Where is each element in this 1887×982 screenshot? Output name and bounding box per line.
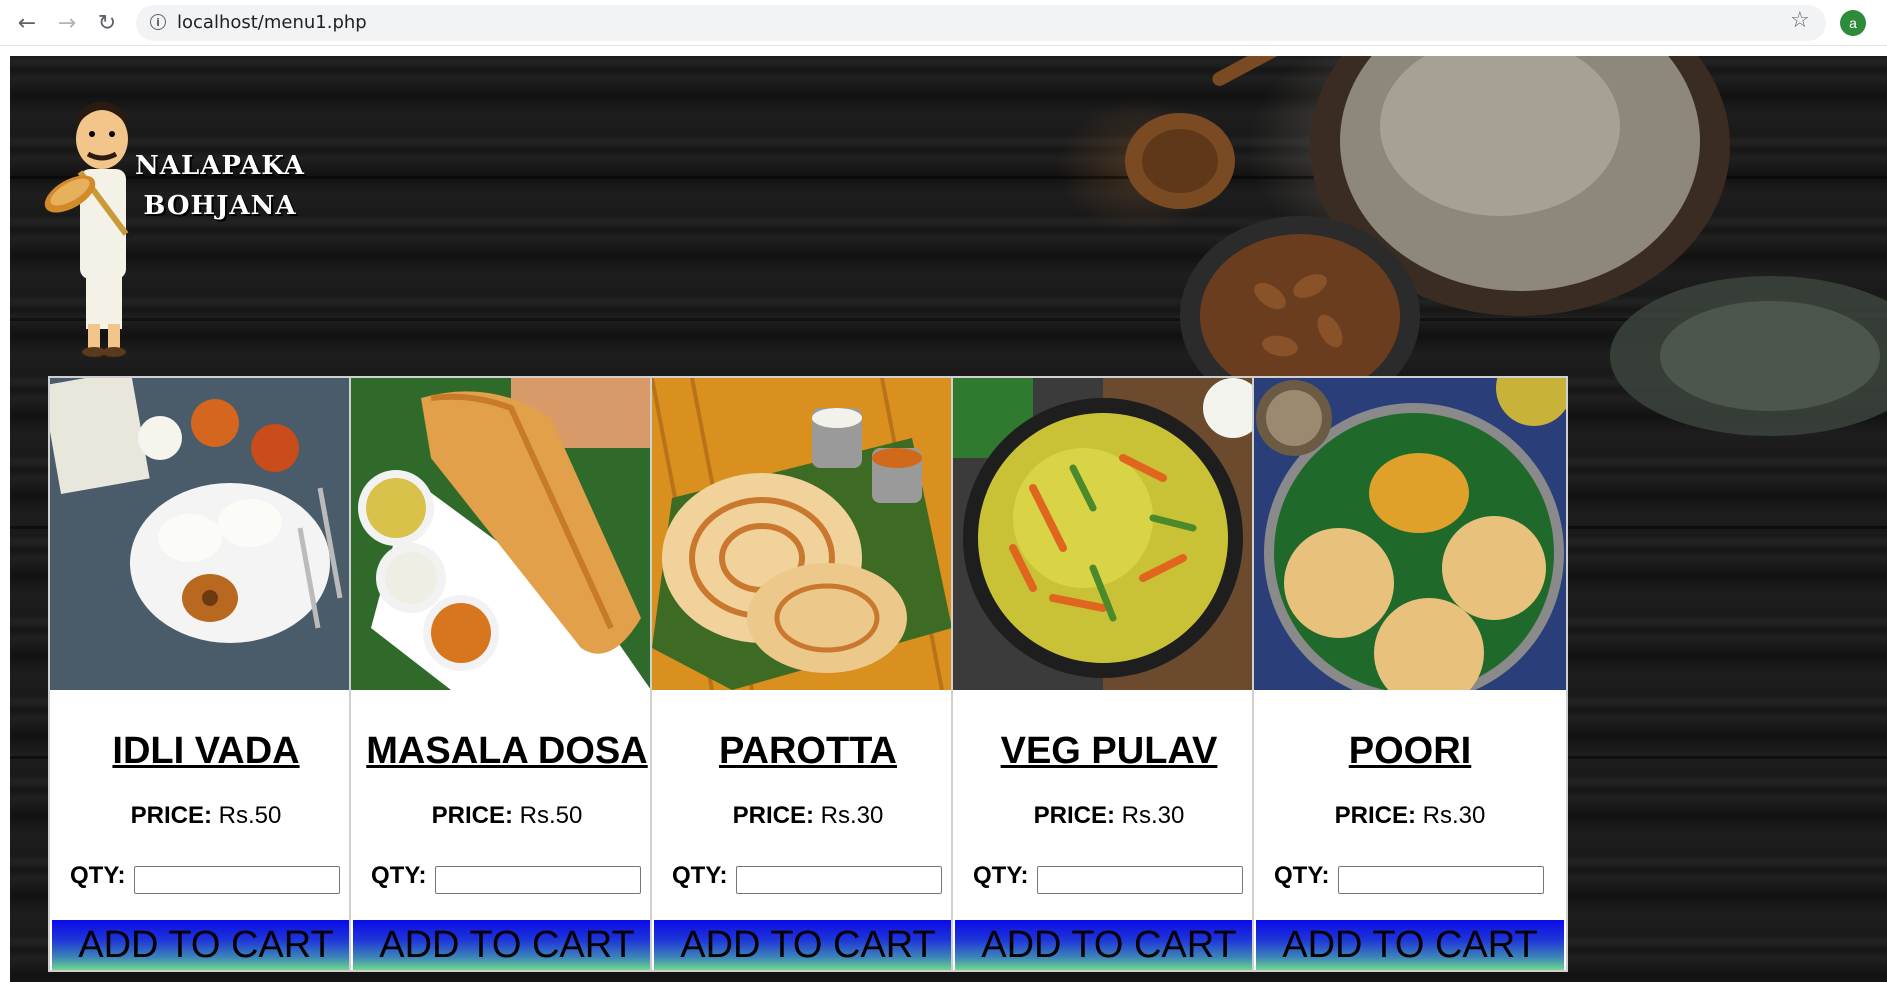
menu-card-masala-dosa: MASALA DOSA PRICE: Rs.50 QTY: ADD TO CAR… (349, 376, 665, 972)
back-arrow-icon[interactable]: ← (12, 8, 42, 38)
veg-pulav-image (953, 378, 1265, 690)
dish-name: MASALA DOSA (366, 730, 648, 772)
dish-name: PAROTTA (718, 730, 897, 772)
add-to-cart-button[interactable]: ADD TO CART (955, 920, 1263, 970)
menu-card-parotta: PAROTTA PRICE: Rs.30 QTY: ADD TO CART (650, 376, 966, 972)
brand-name-line2: BOHJANA (143, 191, 297, 221)
price-value: Rs.30 (820, 802, 884, 829)
qty-label: QTY: (70, 862, 126, 889)
dish-name: IDLI VADA (112, 730, 300, 772)
dish-price: PRICE: Rs.50 (351, 802, 663, 830)
price-label: PRICE: (130, 802, 212, 829)
menu-card-poori: POORI PRICE: Rs.30 QTY: ADD TO CART (1252, 376, 1568, 972)
price-value: Rs.30 (1422, 802, 1486, 829)
url-text[interactable]: localhost/menu1.php (177, 12, 367, 33)
chef-mascot-logo (44, 101, 129, 357)
browser-toolbar: ← → ↻ i localhost/menu1.php ☆ a (0, 0, 1887, 46)
add-to-cart-button[interactable]: ADD TO CART (52, 920, 360, 970)
dish-name: VEG PULAV (1000, 730, 1218, 772)
quantity-input[interactable] (435, 866, 641, 894)
qty-label: QTY: (1274, 862, 1330, 889)
address-bar[interactable] (136, 5, 1826, 41)
brand-logo-text: NALAPAKA BOHJANA (135, 146, 305, 226)
quantity-row: QTY: (973, 862, 1263, 894)
quantity-input[interactable] (134, 866, 340, 894)
price-label: PRICE: (732, 802, 814, 829)
price-label: PRICE: (1334, 802, 1416, 829)
dish-price: PRICE: Rs.30 (1254, 802, 1566, 830)
add-to-cart-button[interactable]: ADD TO CART (654, 920, 962, 970)
dish-price: PRICE: Rs.30 (953, 802, 1265, 830)
price-label: PRICE: (1033, 802, 1115, 829)
add-to-cart-button[interactable]: ADD TO CART (353, 920, 661, 970)
dish-price: PRICE: Rs.50 (50, 802, 362, 830)
poori-image (1254, 378, 1566, 690)
price-value: Rs.50 (218, 802, 282, 829)
quantity-input[interactable] (1338, 866, 1544, 894)
menu-page: NALAPAKA BOHJANA IDLI VADA PRICE: Rs.50 … (10, 56, 1887, 982)
quantity-row: QTY: (371, 862, 661, 894)
dish-name: POORI (1348, 730, 1472, 772)
add-to-cart-button[interactable]: ADD TO CART (1256, 920, 1564, 970)
masala-dosa-image (351, 378, 663, 690)
quantity-row: QTY: (70, 862, 360, 894)
bookmark-star-icon[interactable]: ☆ (1790, 8, 1810, 33)
brand-name-line1: NALAPAKA (135, 151, 305, 181)
site-info-icon[interactable]: i (150, 14, 166, 30)
qty-label: QTY: (672, 862, 728, 889)
parotta-image (652, 378, 964, 690)
reload-icon[interactable]: ↻ (92, 8, 122, 38)
profile-avatar[interactable]: a (1840, 10, 1866, 36)
price-value: Rs.50 (519, 802, 583, 829)
forward-arrow-icon[interactable]: → (52, 8, 82, 38)
glass-bottle-image (1610, 276, 1887, 436)
price-value: Rs.30 (1121, 802, 1185, 829)
quantity-row: QTY: (672, 862, 962, 894)
menu-card-veg-pulav: VEG PULAV PRICE: Rs.30 QTY: ADD TO CART (951, 376, 1267, 972)
qty-label: QTY: (973, 862, 1029, 889)
quantity-input[interactable] (1037, 866, 1243, 894)
qty-label: QTY: (371, 862, 427, 889)
dish-price: PRICE: Rs.30 (652, 802, 964, 830)
price-label: PRICE: (431, 802, 513, 829)
idli-vada-image (50, 378, 362, 690)
menu-card-idli-vada: IDLI VADA PRICE: Rs.50 QTY: ADD TO CART (48, 376, 364, 972)
quantity-input[interactable] (736, 866, 942, 894)
quantity-row: QTY: (1274, 862, 1564, 894)
